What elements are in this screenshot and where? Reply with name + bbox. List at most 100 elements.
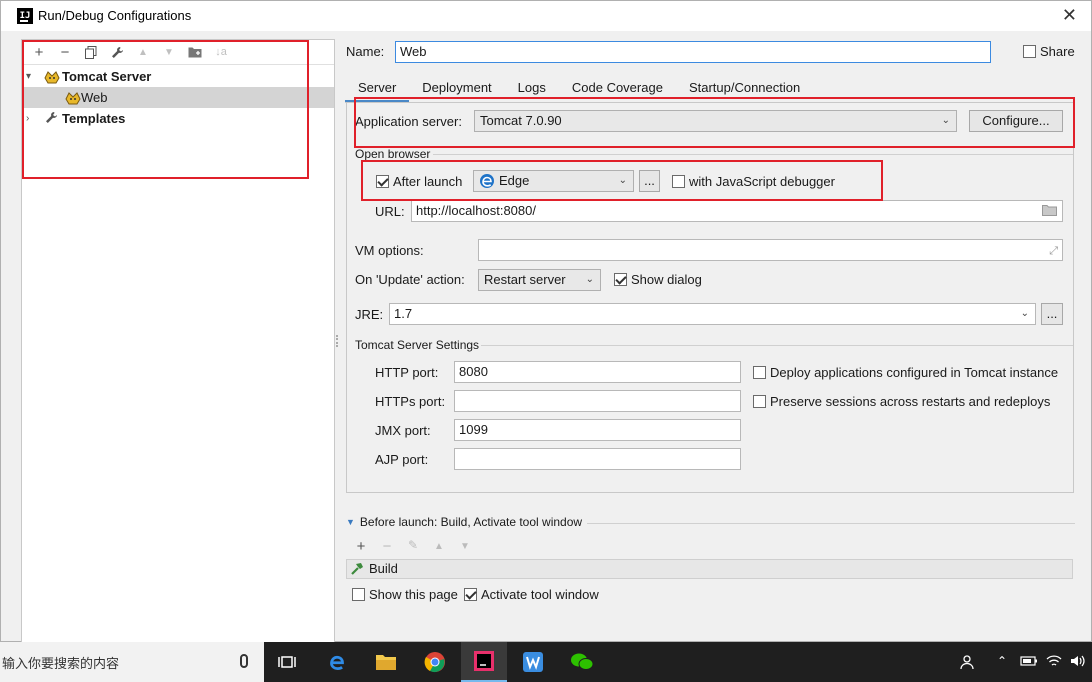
sort-icon[interactable]: ↓a bbox=[208, 41, 234, 63]
move-up-icon[interactable]: ▲ bbox=[429, 538, 449, 555]
https-port-input[interactable] bbox=[454, 390, 741, 412]
chevron-down-icon[interactable]: ▾ bbox=[26, 71, 38, 82]
ajp-port-label: AJP port: bbox=[375, 452, 429, 467]
tab-startup-connection[interactable]: Startup/Connection bbox=[676, 77, 813, 103]
tree-item-tomcat-server[interactable]: ▾ Tomcat Server bbox=[22, 66, 334, 87]
app-server-select[interactable]: Tomcat 7.0.90 ⌄ bbox=[474, 110, 957, 132]
update-action-select[interactable]: Restart server ⌄ bbox=[478, 269, 601, 291]
wps-icon[interactable] bbox=[510, 642, 556, 682]
configure-button[interactable]: Configure... bbox=[969, 110, 1063, 132]
show-page-label: Show this page bbox=[369, 587, 458, 602]
ajp-port-input[interactable] bbox=[454, 448, 741, 470]
vm-options-input[interactable]: ⤢ bbox=[478, 239, 1063, 261]
jmx-port-label: JMX port: bbox=[375, 423, 431, 438]
activate-tool-label: Activate tool window bbox=[481, 587, 599, 602]
expand-icon[interactable]: ⤢ bbox=[1049, 243, 1058, 259]
volume-icon[interactable] bbox=[1070, 654, 1086, 671]
build-label: Build bbox=[369, 561, 398, 576]
deploy-apps-checkbox[interactable] bbox=[753, 366, 766, 379]
chevron-right-icon[interactable]: › bbox=[26, 113, 38, 124]
url-input[interactable]: http://localhost:8080/ bbox=[411, 200, 1063, 222]
title-bar: IJ Run/Debug Configurations ✕ bbox=[1, 1, 1091, 31]
before-launch-build-item[interactable]: Build bbox=[346, 559, 1073, 579]
chevron-down-icon: ⌄ bbox=[941, 115, 950, 126]
taskbar-search-box[interactable]: 输入你要搜索的内容 bbox=[0, 642, 264, 682]
intellij-taskbar-icon[interactable] bbox=[461, 642, 507, 682]
run-debug-dialog: IJ Run/Debug Configurations ✕ + − ▲ ▼ ↓a… bbox=[0, 0, 1092, 643]
before-launch-toolbar: + − ✎ ▲ ▼ bbox=[351, 538, 475, 555]
https-port-label: HTTPs port: bbox=[375, 394, 446, 409]
share-checkbox[interactable] bbox=[1023, 45, 1036, 58]
tab-deployment[interactable]: Deployment bbox=[409, 77, 504, 103]
wrench-icon[interactable] bbox=[104, 41, 130, 63]
new-folder-icon[interactable] bbox=[182, 41, 208, 63]
share-label: Share bbox=[1040, 44, 1075, 59]
splitter-handle[interactable] bbox=[336, 335, 339, 347]
update-action-label: On 'Update' action: bbox=[355, 272, 465, 287]
http-port-input[interactable]: 8080 bbox=[454, 361, 741, 383]
jre-select[interactable]: 1.7 ⌄ bbox=[389, 303, 1036, 325]
url-value: http://localhost:8080/ bbox=[416, 203, 536, 218]
intellij-app-icon: IJ bbox=[17, 8, 33, 24]
jre-value: 1.7 bbox=[394, 306, 413, 321]
chevron-down-icon: ⌄ bbox=[1020, 308, 1029, 319]
file-explorer-icon[interactable] bbox=[363, 642, 409, 682]
close-icon[interactable]: ✕ bbox=[1062, 5, 1077, 25]
open-browser-label: Open browser bbox=[355, 147, 431, 161]
section-divider bbox=[433, 154, 1073, 155]
add-icon[interactable]: + bbox=[26, 41, 52, 63]
people-icon[interactable] bbox=[960, 654, 978, 673]
activate-tool-checkbox[interactable] bbox=[464, 588, 477, 601]
browser-value: Edge bbox=[499, 173, 530, 188]
folder-icon[interactable] bbox=[1042, 204, 1057, 220]
show-hidden-icons-icon[interactable]: ⌃ bbox=[997, 654, 1007, 668]
browse-browser-button[interactable]: ... bbox=[639, 170, 660, 192]
show-page-checkbox[interactable] bbox=[352, 588, 365, 601]
browser-select[interactable]: Edge ⌄ bbox=[473, 170, 634, 192]
jmx-port-input[interactable]: 1099 bbox=[454, 419, 741, 441]
remove-icon[interactable]: − bbox=[377, 538, 397, 555]
tree-item-templates[interactable]: › Templates bbox=[22, 108, 334, 129]
tree-item-label: Templates bbox=[62, 111, 126, 126]
remove-icon[interactable]: − bbox=[52, 41, 78, 63]
collapse-arrow-icon[interactable]: ▼ bbox=[346, 517, 355, 527]
tab-logs[interactable]: Logs bbox=[505, 77, 559, 103]
deploy-apps-label: Deploy applications configured in Tomcat… bbox=[770, 365, 1059, 380]
after-launch-checkbox[interactable] bbox=[376, 175, 389, 188]
chevron-down-icon: ⌄ bbox=[618, 175, 627, 186]
js-debugger-checkbox[interactable] bbox=[672, 175, 685, 188]
wechat-icon[interactable] bbox=[559, 642, 605, 682]
tree-item-label: Web bbox=[81, 90, 108, 105]
windows-taskbar: 输入你要搜索的内容 ⌃ bbox=[0, 642, 1092, 682]
show-dialog-label: Show dialog bbox=[631, 272, 702, 287]
jre-label: JRE: bbox=[355, 307, 384, 322]
add-icon[interactable]: + bbox=[351, 538, 371, 555]
tab-code-coverage[interactable]: Code Coverage bbox=[559, 77, 676, 103]
wifi-icon[interactable] bbox=[1046, 654, 1062, 671]
scrollbar[interactable] bbox=[1085, 31, 1091, 641]
microphone-icon[interactable] bbox=[240, 654, 248, 668]
edit-icon[interactable]: ✎ bbox=[403, 538, 423, 555]
move-up-icon[interactable]: ▲ bbox=[130, 41, 156, 63]
before-launch-label: Before launch: Build, Activate tool wind… bbox=[359, 515, 583, 529]
chrome-icon[interactable] bbox=[412, 642, 458, 682]
move-down-icon[interactable]: ▼ bbox=[455, 538, 475, 555]
preserve-sessions-checkbox[interactable] bbox=[753, 395, 766, 408]
copy-icon[interactable] bbox=[78, 41, 104, 63]
url-label: URL: bbox=[375, 204, 405, 219]
edge-taskbar-icon[interactable] bbox=[314, 642, 360, 682]
name-input[interactable]: Web bbox=[395, 41, 991, 63]
after-launch-label: After launch bbox=[393, 174, 463, 189]
tree-item-web[interactable]: Web bbox=[22, 87, 334, 108]
tomcat-settings-label: Tomcat Server Settings bbox=[355, 338, 480, 352]
before-launch-header[interactable]: ▼ Before launch: Build, Activate tool wi… bbox=[346, 515, 582, 529]
jre-browse-button[interactable]: ... bbox=[1041, 303, 1063, 325]
battery-icon[interactable] bbox=[1020, 654, 1038, 671]
tab-server[interactable]: Server bbox=[345, 77, 410, 103]
show-dialog-checkbox[interactable] bbox=[614, 273, 627, 286]
task-view-icon[interactable] bbox=[264, 642, 310, 682]
section-divider bbox=[587, 523, 1075, 524]
wrench-icon bbox=[45, 111, 58, 127]
move-down-icon[interactable]: ▼ bbox=[156, 41, 182, 63]
edge-icon bbox=[479, 173, 495, 193]
